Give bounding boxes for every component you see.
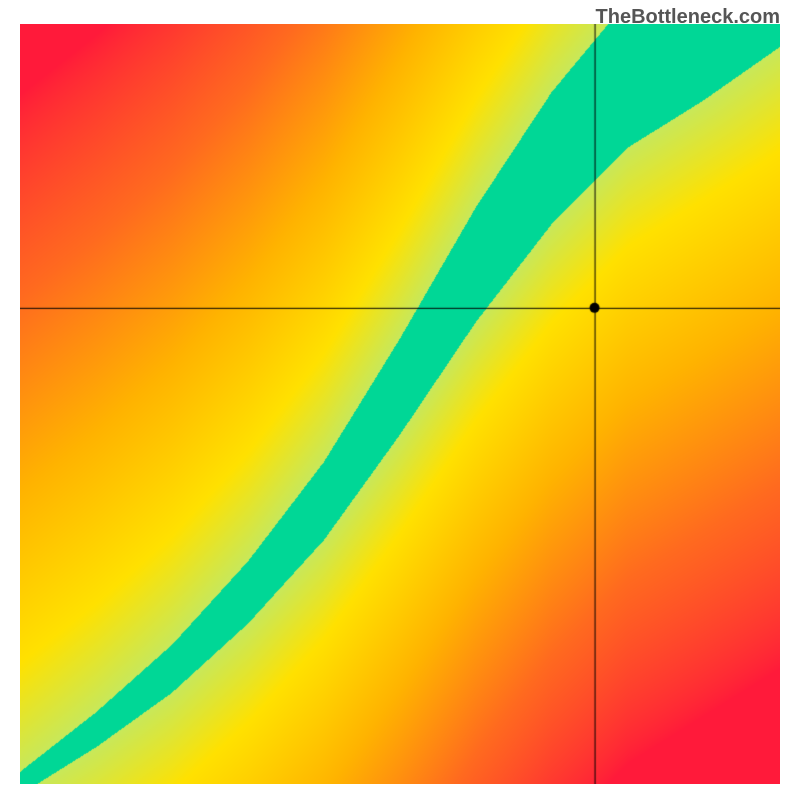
watermark-text: TheBottleneck.com: [596, 6, 780, 29]
heatmap-chart: [20, 24, 780, 784]
heatmap-canvas: [20, 24, 780, 784]
